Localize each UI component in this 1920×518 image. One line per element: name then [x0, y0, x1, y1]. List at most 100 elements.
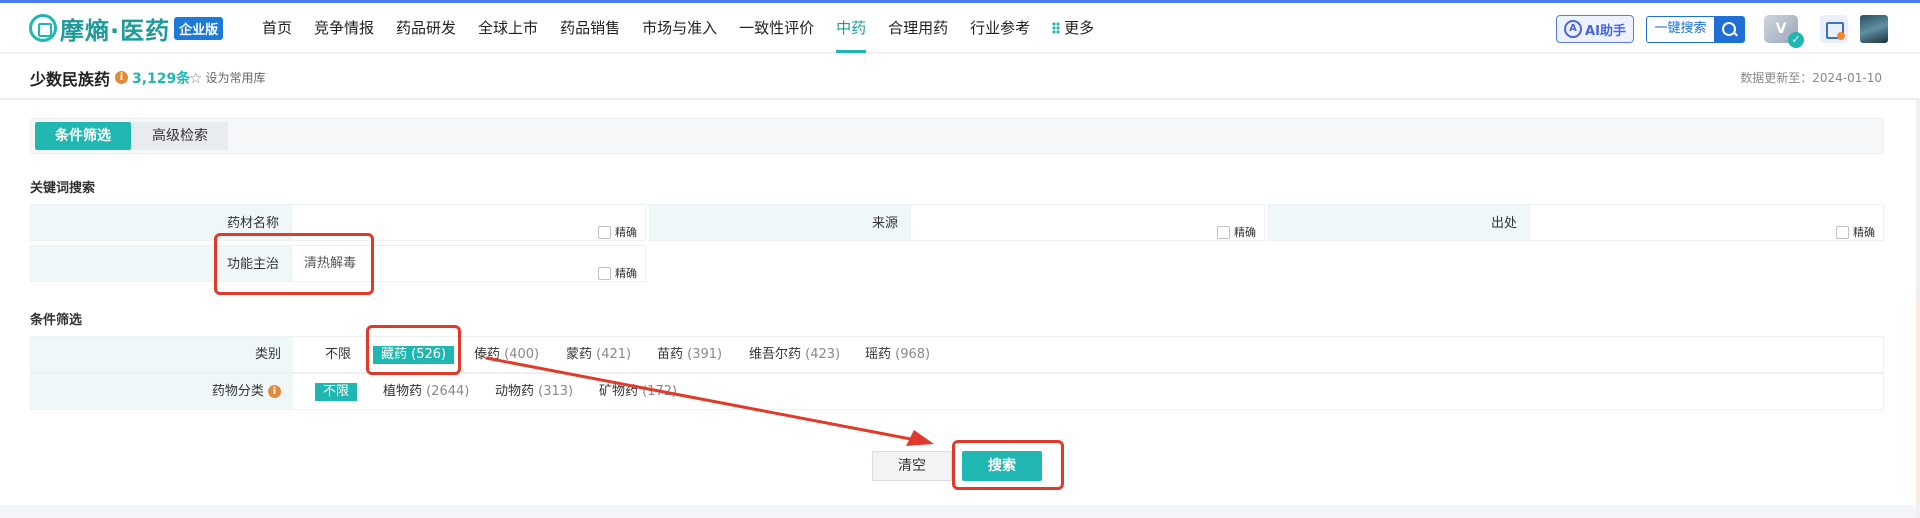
clear-button[interactable]: 清空 — [872, 451, 952, 481]
option-name: 傣药 — [474, 347, 501, 362]
keyword-row-1: 药材名称 精确 来源 精确 出处 精确 — [30, 204, 1884, 241]
grid-dots-icon — [1052, 22, 1061, 34]
option-name: 瑶药 — [865, 347, 892, 362]
page-subheader: 少数民族药 i 3,129条 ☆ 设为常用库 数据更新至：2024-01-10 — [0, 54, 1920, 98]
drug-class-option-mineral[interactable]: 矿物药 (172) — [599, 383, 677, 401]
category-option-yao[interactable]: 瑶药 (968) — [865, 346, 930, 364]
option-name: 植物药 — [383, 384, 423, 399]
option-count: (968) — [895, 347, 931, 362]
record-count: 3,129条 — [132, 71, 191, 87]
indication-value: 清热解毒 — [304, 256, 357, 271]
indication-exact-checkbox[interactable]: 精确 — [598, 256, 637, 291]
option-count: (313) — [538, 384, 574, 399]
logo-mark-icon — [29, 14, 57, 42]
one-click-search-button[interactable]: 一键搜索 — [1646, 16, 1745, 43]
keyword-section-title: 关键词搜索 — [30, 181, 96, 196]
field-label-indication: 功能主治 — [30, 245, 292, 282]
option-name: 苗药 — [657, 347, 684, 362]
origin-input[interactable]: 精确 — [1530, 204, 1884, 241]
nav-item-global[interactable]: 全球上市 — [478, 3, 538, 53]
filter-tabs: 条件筛选 高级检索 — [30, 118, 1884, 154]
ai-icon: A — [1564, 20, 1583, 38]
top-header: 摩熵·医药 企业版 首页 竞争情报 药品研发 全球上市 药品销售 市场与准入 一… — [0, 3, 1920, 53]
drug-class-label-cell: 药物分类 i — [31, 374, 293, 409]
nav-more-label: 更多 — [1064, 19, 1095, 37]
page-title: 少数民族药 — [30, 70, 111, 89]
exact-label: 精确 — [1853, 226, 1875, 239]
filter-section-title: 条件筛选 — [30, 313, 83, 328]
option-count: (400) — [504, 347, 540, 362]
nav-item-competition[interactable]: 竞争情报 — [314, 3, 374, 53]
set-favorite-label: 设为常用库 — [205, 71, 266, 85]
drug-class-option-plant[interactable]: 植物药 (2644) — [383, 383, 469, 401]
option-count: (172) — [642, 384, 678, 399]
option-name: 不限 — [325, 347, 352, 362]
filter-panel: 条件筛选 高级检索 关键词搜索 药材名称 精确 来源 精确 出处 精确 功能主治… — [0, 100, 1918, 505]
logo[interactable]: 摩熵·医药 企业版 — [29, 11, 224, 45]
option-count: (423) — [805, 347, 841, 362]
avatar[interactable] — [1860, 15, 1888, 43]
ai-assistant-button[interactable]: A AI助手 — [1556, 15, 1634, 43]
update-time: 数据更新至：2024-01-10 — [1740, 71, 1882, 85]
logo-text: 摩熵·医药 — [60, 16, 171, 45]
ai-assistant-label: AI助手 — [1585, 23, 1626, 39]
option-count: (526) — [411, 347, 447, 362]
checkbox-icon — [598, 226, 611, 239]
field-label-source: 来源 — [649, 204, 911, 241]
indication-input[interactable]: 清热解毒 精确 — [292, 245, 646, 282]
scrollbar-thumb[interactable] — [1916, 300, 1920, 500]
option-name: 矿物药 — [599, 384, 639, 399]
nav-item-rational-use[interactable]: 合理用药 — [888, 3, 948, 53]
edition-badge: 企业版 — [174, 16, 224, 40]
category-option-dai[interactable]: 傣药 (400) — [474, 346, 539, 364]
book-icon[interactable] — [1820, 15, 1848, 43]
drug-class-option-any[interactable]: 不限 — [315, 383, 358, 401]
field-label-origin: 出处 — [1268, 204, 1530, 241]
herb-name-input[interactable]: 精确 — [292, 204, 646, 241]
one-click-search-label: 一键搜索 — [1654, 21, 1707, 36]
drug-class-filter-row: 药物分类 i 不限 植物药 (2644) 动物药 (313) 矿物药 (172) — [30, 373, 1884, 410]
set-favorite-button[interactable]: ☆ 设为常用库 — [189, 69, 265, 86]
category-label: 类别 — [31, 337, 293, 372]
drug-class-option-animal[interactable]: 动物药 (313) — [495, 383, 573, 401]
nav-item-home[interactable]: 首页 — [262, 3, 292, 53]
field-label-herb-name: 药材名称 — [30, 204, 292, 241]
category-filter-row: 类别 不限 藏药 (526) 傣药 (400) 蒙药 (421) 苗药 (391… — [30, 336, 1884, 373]
exact-label: 精确 — [1234, 226, 1256, 239]
option-count: (2644) — [426, 384, 470, 399]
origin-exact-checkbox[interactable]: 精确 — [1836, 215, 1875, 250]
option-count: (391) — [687, 347, 723, 362]
option-count: (421) — [596, 347, 632, 362]
category-option-any[interactable]: 不限 — [325, 346, 351, 364]
exact-label: 精确 — [615, 267, 637, 280]
source-input[interactable]: 精确 — [911, 204, 1265, 241]
nav-item-rnd[interactable]: 药品研发 — [396, 3, 456, 53]
nav-item-sales[interactable]: 药品销售 — [560, 3, 620, 53]
option-name: 维吾尔药 — [749, 347, 802, 362]
tab-advanced-search[interactable]: 高级检索 — [132, 122, 228, 150]
tab-condition-filter[interactable]: 条件筛选 — [35, 122, 131, 150]
category-option-tibetan[interactable]: 藏药 (526) — [373, 346, 455, 364]
search-button[interactable]: 搜索 — [962, 451, 1042, 481]
keyword-row-2: 功能主治 清热解毒 精确 — [30, 245, 646, 282]
category-option-miao[interactable]: 苗药 (391) — [657, 346, 722, 364]
category-option-mongolian[interactable]: 蒙药 (421) — [566, 346, 631, 364]
search-icon — [1714, 17, 1744, 42]
checkbox-icon — [1217, 226, 1230, 239]
vip-icon[interactable]: V — [1764, 15, 1804, 48]
nav-item-market[interactable]: 市场与准入 — [642, 3, 717, 53]
source-exact-checkbox[interactable]: 精确 — [1217, 215, 1256, 250]
option-name: 蒙药 — [566, 347, 593, 362]
category-option-uyghur[interactable]: 维吾尔药 (423) — [749, 346, 840, 364]
info-icon[interactable]: i — [268, 385, 281, 398]
option-name: 不限 — [323, 384, 350, 399]
nav-item-consistency[interactable]: 一致性评价 — [739, 3, 814, 53]
nav-item-tcm[interactable]: 中药 — [836, 3, 867, 53]
main-nav: 首页 竞争情报 药品研发 全球上市 药品销售 市场与准入 一致性评价 中药 合理… — [262, 3, 1116, 53]
nav-item-more[interactable]: 更多 — [1052, 3, 1094, 53]
info-icon[interactable]: i — [115, 71, 128, 84]
drug-class-label: 药物分类 — [211, 384, 264, 399]
nav-item-industry[interactable]: 行业参考 — [970, 3, 1030, 53]
checkbox-icon — [1836, 226, 1849, 239]
star-icon: ☆ — [189, 68, 203, 87]
